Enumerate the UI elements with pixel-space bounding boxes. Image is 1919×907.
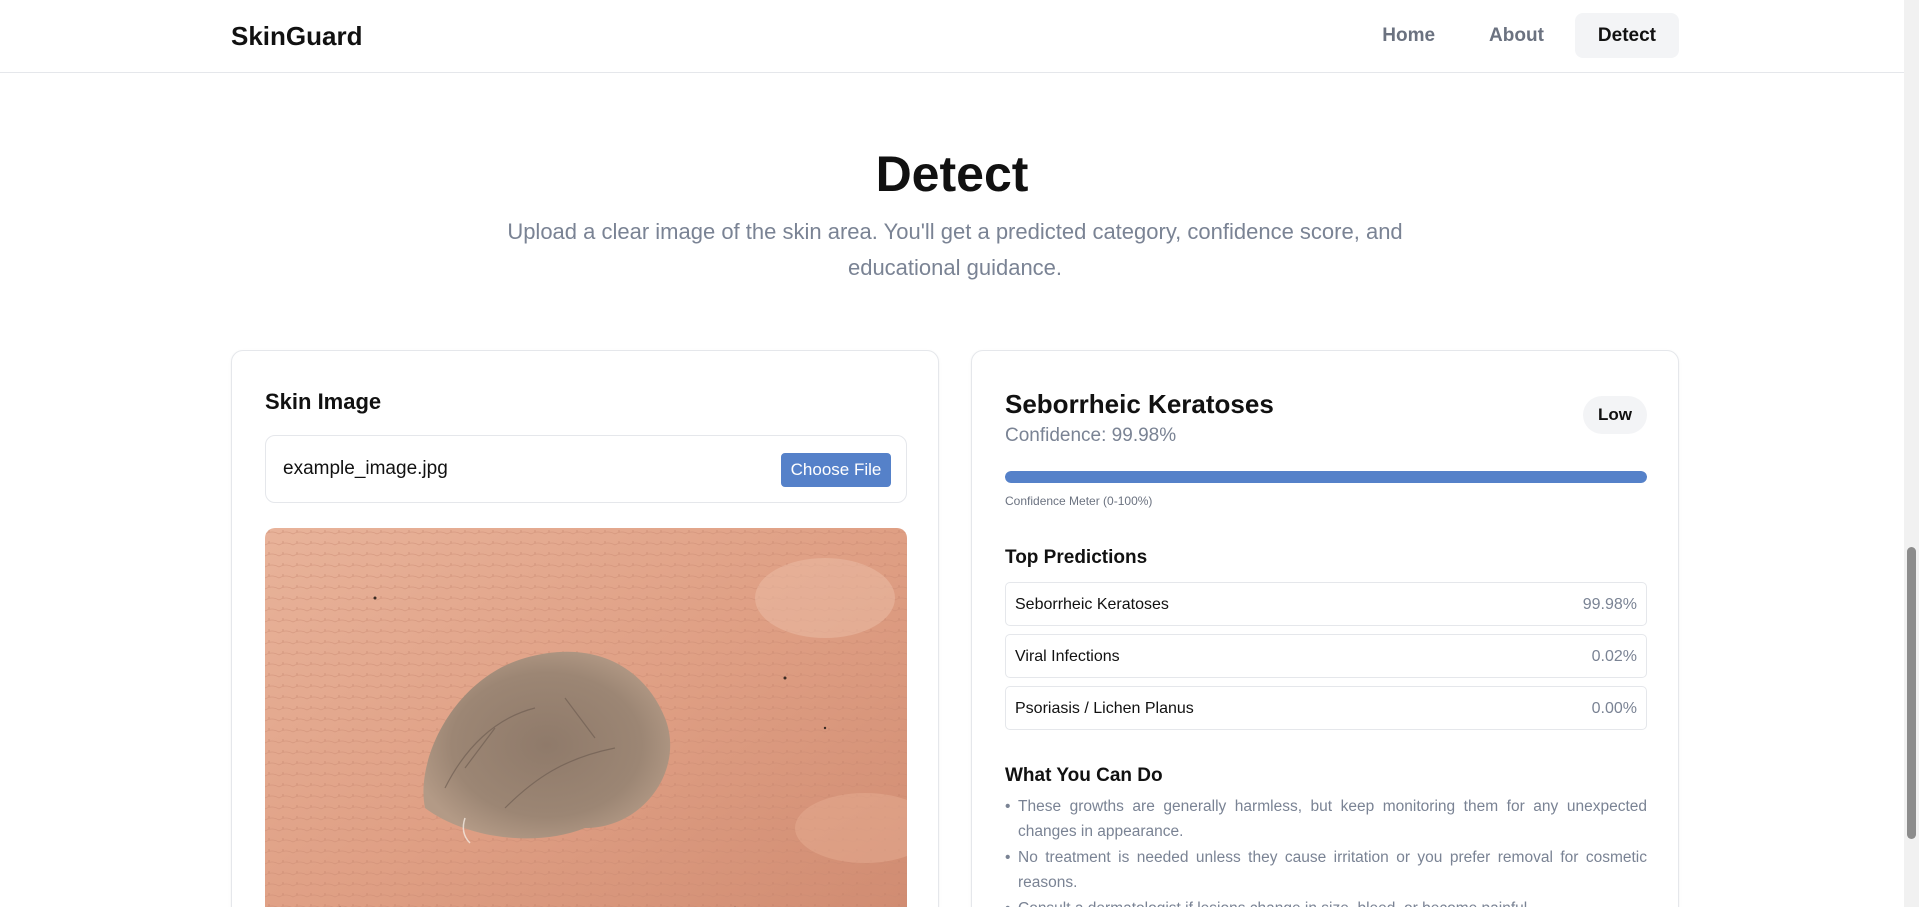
prediction-row: Psoriasis / Lichen Planus 0.00% <box>1005 686 1647 730</box>
risk-level-badge: Low <box>1583 396 1647 434</box>
confidence-meter-fill <box>1005 471 1647 483</box>
nav-link-about[interactable]: About <box>1466 13 1567 58</box>
selected-file-name: example_image.jpg <box>283 458 448 479</box>
prediction-name: Seborrheic Keratoses <box>1015 596 1169 613</box>
prediction-name: Viral Infections <box>1015 648 1120 665</box>
file-upload-field[interactable]: example_image.jpg Choose File <box>265 435 907 503</box>
nav-links: Home About Detect <box>1359 13 1679 58</box>
prediction-row: Viral Infections 0.02% <box>1005 634 1647 678</box>
nav-link-home[interactable]: Home <box>1359 13 1458 58</box>
scrollbar-thumb[interactable] <box>1907 547 1916 839</box>
skin-image-title: Skin Image <box>265 389 382 414</box>
top-predictions-list: Seborrheic Keratoses 99.98% Viral Infect… <box>1005 582 1647 738</box>
nav-link-detect[interactable]: Detect <box>1574 13 1679 58</box>
predicted-category: Seborrheic Keratoses <box>1005 389 1274 419</box>
skin-image-card: Skin Image example_image.jpg Choose File <box>231 350 939 907</box>
prediction-value: 99.98% <box>1582 596 1637 613</box>
result-card: Seborrheic Keratoses Confidence: 99.98% … <box>971 350 1679 907</box>
page-scrollbar[interactable] <box>1904 0 1919 907</box>
prediction-name: Psoriasis / Lichen Planus <box>1015 700 1194 717</box>
advice-item: No treatment is needed unless they cause… <box>1005 845 1647 895</box>
brand-logo[interactable]: SkinGuard <box>231 21 362 52</box>
confidence-meter <box>1005 471 1647 483</box>
page-subtitle: Upload a clear image of the skin area. Y… <box>507 219 1403 280</box>
advice-list: These growths are generally harmless, bu… <box>1005 794 1647 907</box>
advice-title: What You Can Do <box>1005 765 1163 786</box>
confidence-score: Confidence: 99.98% <box>1005 425 1177 446</box>
confidence-meter-caption: Confidence Meter (0-100%) <box>1005 494 1153 508</box>
prediction-row: Seborrheic Keratoses 99.98% <box>1005 582 1647 626</box>
prediction-value: 0.02% <box>1591 648 1637 665</box>
page-title: Detect <box>875 146 1029 202</box>
navbar: SkinGuard Home About Detect <box>0 0 1904 73</box>
skin-image-preview <box>265 528 907 907</box>
prediction-value: 0.00% <box>1591 700 1637 717</box>
advice-item: These growths are generally harmless, bu… <box>1005 794 1647 844</box>
choose-file-button[interactable]: Choose File <box>781 453 891 487</box>
advice-item: Consult a dermatologist if lesions chang… <box>1005 896 1647 907</box>
top-predictions-title: Top Predictions <box>1005 547 1148 568</box>
skin-photo-illustration <box>265 528 907 907</box>
